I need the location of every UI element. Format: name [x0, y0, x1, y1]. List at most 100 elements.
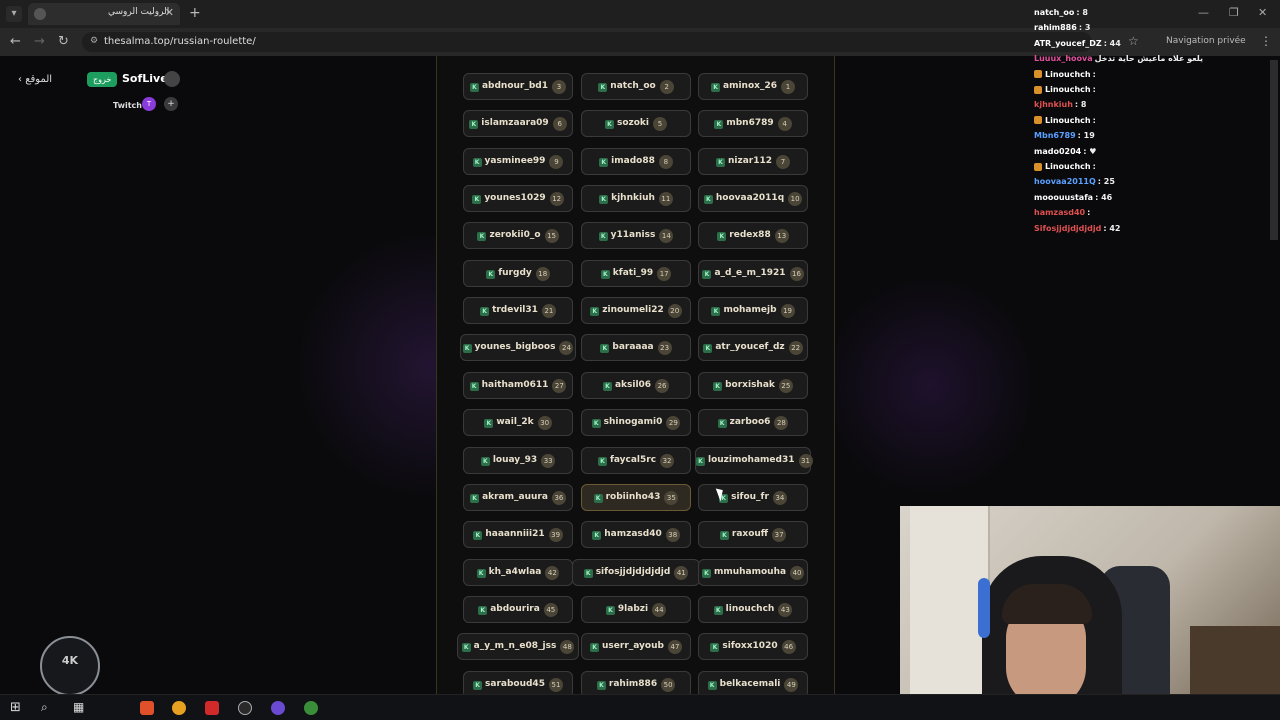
player-slot[interactable]: Ksifosjjdjdjdjdjd 41 [572, 558, 700, 586]
brave-browser-icon[interactable] [140, 701, 154, 715]
player-slot[interactable]: Kborxishak 25 [698, 371, 808, 399]
player-slot[interactable]: Knizar112 7 [698, 147, 808, 175]
player-slot[interactable]: Kbelkacemali 49 [698, 670, 808, 694]
player-slot[interactable]: Khamzasd40 38 [581, 521, 691, 549]
player-slot[interactable]: Ksozoki 5 [581, 110, 691, 138]
site-link[interactable]: ‹ الموقع [18, 74, 52, 85]
site-info-icon[interactable]: ⚙ [90, 36, 98, 46]
player-slot[interactable]: Kbaraaaa 23 [581, 334, 691, 362]
player-number-badge: 38 [665, 528, 680, 543]
player-slot[interactable]: Kislamzaara09 6 [463, 110, 573, 138]
player-slot[interactable]: Kaminox_26 1 [698, 73, 808, 100]
player-slot[interactable]: Kzinoumeli22 20 [581, 297, 691, 325]
chat-message: Linouchch: [1034, 85, 1096, 94]
player-slot[interactable]: Kzarboo6 28 [698, 409, 808, 437]
player-slot[interactable]: Kuserr_ayoub 47 [581, 633, 691, 661]
player-slot[interactable]: Ktrdevil31 21 [463, 297, 573, 325]
player-slot[interactable]: Krobiinho43 35 [581, 483, 691, 511]
player-slot[interactable]: Kraxouff 37 [698, 521, 808, 549]
browser-tab[interactable]: الروليت الروسي ✕ [28, 3, 180, 25]
kick-icon: K [486, 269, 496, 279]
messenger-icon[interactable] [271, 701, 285, 715]
player-slot[interactable]: Ksifoxx1020 46 [698, 633, 808, 661]
player-slot[interactable]: Kshinogami0 29 [581, 409, 691, 437]
twitch-avatar[interactable]: T [142, 97, 156, 111]
kick-icon: K [484, 419, 494, 429]
add-button[interactable]: + [164, 97, 178, 111]
back-icon[interactable]: ← [10, 34, 21, 49]
player-slot-content: Kmmuhamouha 40 [699, 560, 807, 585]
player-slot[interactable]: Klouzimohamed31 31 [695, 446, 813, 474]
chat-message: Linouchch: [1034, 70, 1096, 79]
tab-close-icon[interactable]: ✕ [165, 6, 174, 19]
address-bar[interactable]: ⚙ thesalma.top/russian-roulette/ [82, 32, 1092, 52]
player-slot[interactable]: Ksifou_fr 34 [698, 483, 808, 511]
player-slot[interactable]: Katr_youcef_dz 22 [698, 334, 808, 362]
player-name: abdourira [490, 603, 540, 614]
player-slot[interactable]: Kfurgdy 18 [463, 259, 573, 287]
player-number-badge: 31 [798, 453, 813, 468]
player-slot[interactable]: Ka_d_e_m_1921 16 [698, 259, 808, 287]
player-slot[interactable]: Kaksil06 26 [581, 371, 691, 399]
tab-list-icon[interactable]: ▾ [6, 6, 22, 22]
player-slot[interactable]: Ka_y_m_n_e08_jss 48 [457, 633, 579, 661]
player-number-badge: 32 [660, 453, 675, 468]
stream-chat-overlay: natch_oo: 8 rahim886: 3 ATR_youcef_DZ: 44 L… [1030, 0, 1280, 240]
player-slot[interactable]: Kimado88 8 [581, 147, 691, 175]
task-view-icon[interactable]: ▦ [73, 700, 84, 714]
player-slot-content: Ksaraboud45 51 [464, 672, 572, 694]
player-slot[interactable]: Klinouchch 43 [698, 595, 808, 623]
player-slot[interactable]: Kfaycal5rc 32 [581, 446, 691, 474]
kick-icon: K [598, 83, 608, 92]
chat-text: : 8 [1074, 100, 1087, 110]
player-slot[interactable]: K 9labzi 44 [581, 595, 691, 623]
chrome-icon[interactable] [304, 701, 318, 715]
player-slot[interactable]: Krahim886 50 [581, 670, 691, 694]
player-slot[interactable]: Kakram_auura 36 [463, 483, 573, 511]
windows-start-icon[interactable]: ⊞ [10, 700, 21, 715]
search-icon[interactable]: ⌕ [41, 700, 48, 715]
kick-icon: K [472, 195, 482, 205]
chat-text: : 46 [1095, 192, 1113, 202]
obs-studio-icon[interactable] [238, 701, 252, 715]
kick-icon: K [604, 120, 614, 130]
forward-icon[interactable]: → [34, 34, 45, 49]
page-scrollbar[interactable] [1270, 60, 1278, 240]
player-slot[interactable]: Kkjhnkiuh 11 [581, 185, 691, 213]
player-slot[interactable]: Kredex88 13 [698, 222, 808, 250]
player-slot[interactable]: Ksaraboud45 51 [463, 670, 573, 694]
player-slot[interactable]: Kmmuhamouha 40 [698, 558, 808, 586]
player-name: haaanniii21 [485, 529, 545, 540]
player-slot[interactable]: Klouay_93 33 [463, 446, 573, 474]
kick-icon: K [696, 456, 705, 466]
player-slot[interactable]: Kmbn6789 4 [698, 110, 808, 138]
chrome-canary-icon[interactable] [172, 701, 186, 715]
chat-text: يلعو علاه ماعيش حاية تدخل [1094, 54, 1204, 64]
player-slot[interactable]: Kkh_a4wlaa 42 [463, 558, 573, 586]
player-slot[interactable]: Kyounes1029 12 [463, 185, 573, 213]
player-slot-content: Kshinogami0 29 [582, 410, 690, 435]
player-name: sozoki [616, 118, 650, 129]
player-number-badge: 39 [548, 528, 563, 543]
player-slot[interactable]: Kmohamejb 19 [698, 297, 808, 325]
player-slot[interactable]: Khaaanniii21 39 [463, 521, 573, 549]
player-slot[interactable]: Kabdnour_bd1 3 [463, 73, 573, 100]
player-slot[interactable]: Kyasminee99 9 [463, 147, 573, 175]
new-tab-icon[interactable]: + [189, 5, 201, 21]
reload-icon[interactable]: ↻ [58, 34, 69, 49]
wps-office-icon[interactable] [205, 701, 219, 715]
logout-button[interactable]: خروج [87, 72, 118, 87]
player-number-badge: 17 [657, 266, 672, 281]
player-slot[interactable]: Kwail_2k 30 [463, 409, 573, 437]
player-number-badge: 42 [545, 565, 560, 580]
player-slot[interactable]: Kzerokii0_o 15 [463, 222, 573, 250]
player-slot[interactable]: Kabdourira 45 [463, 595, 573, 623]
player-slot[interactable]: Knatch_oo 2 [581, 73, 691, 100]
player-slot[interactable]: Khaitham0611 27 [463, 371, 573, 399]
player-slot[interactable]: Kyounes_bigboos 24 [460, 334, 576, 362]
chat-message: Linouchch: [1034, 116, 1096, 125]
player-slot[interactable]: Ky11aniss 14 [581, 222, 691, 250]
player-slot[interactable]: Khoovaa2011q 10 [698, 185, 808, 213]
player-slot[interactable]: Kkfati_99 17 [581, 259, 691, 287]
player-number-badge: 2 [659, 80, 674, 94]
